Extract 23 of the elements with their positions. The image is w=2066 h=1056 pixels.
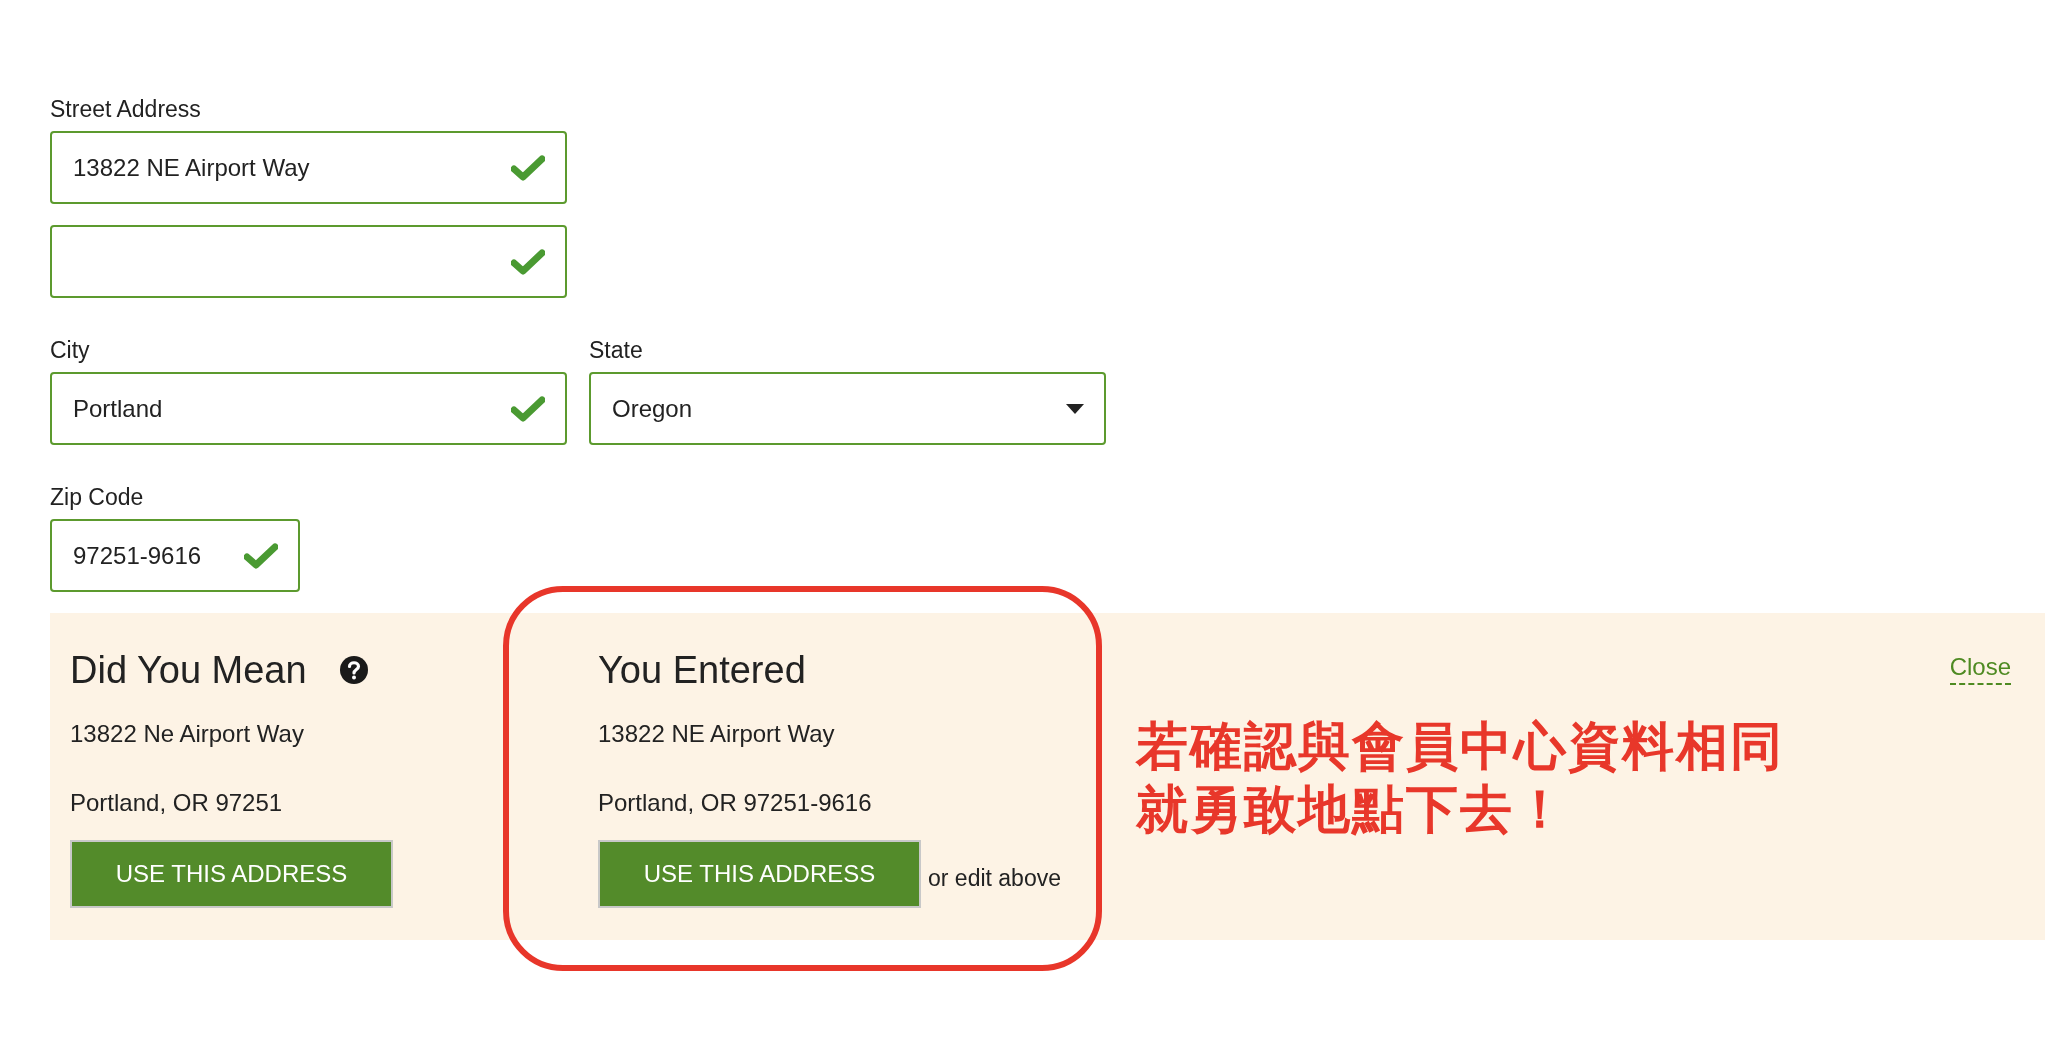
use-address-button[interactable]: USE THIS ADDRESS <box>70 840 393 908</box>
field-label: Zip Code <box>50 484 145 511</box>
input-field[interactable]: 97251-9616 <box>50 519 300 592</box>
close-link[interactable]: Close <box>1949 653 2011 685</box>
help-icon[interactable] <box>338 655 369 685</box>
field-label: Street Address <box>50 96 202 123</box>
state-dropdown[interactable]: Oregon <box>589 372 1106 445</box>
field-label: State <box>589 337 644 364</box>
caret-icon <box>1066 403 1084 414</box>
input-field[interactable]: Portland <box>50 372 567 445</box>
input-field[interactable] <box>50 225 567 298</box>
option-heading: You Entered <box>598 648 806 692</box>
address-line: Portland, OR 97251 <box>70 788 284 818</box>
field-label: City <box>50 337 91 364</box>
address-line: Portland, OR 97251-9616 <box>598 788 873 818</box>
address-line: 13822 NE Airport Way <box>598 719 836 749</box>
annotation-text: 若確認與會員中心資料相同 <box>1136 716 1784 777</box>
edit-hint: or edit above <box>928 865 1061 893</box>
option-heading: Did You Mean <box>70 648 307 692</box>
annotation-text: 就勇敢地點下去！ <box>1136 779 1569 840</box>
use-address-button[interactable]: USE THIS ADDRESS <box>598 840 921 908</box>
address-line: 13822 Ne Airport Way <box>70 719 305 749</box>
input-field[interactable]: 13822 NE Airport Way <box>50 131 567 204</box>
